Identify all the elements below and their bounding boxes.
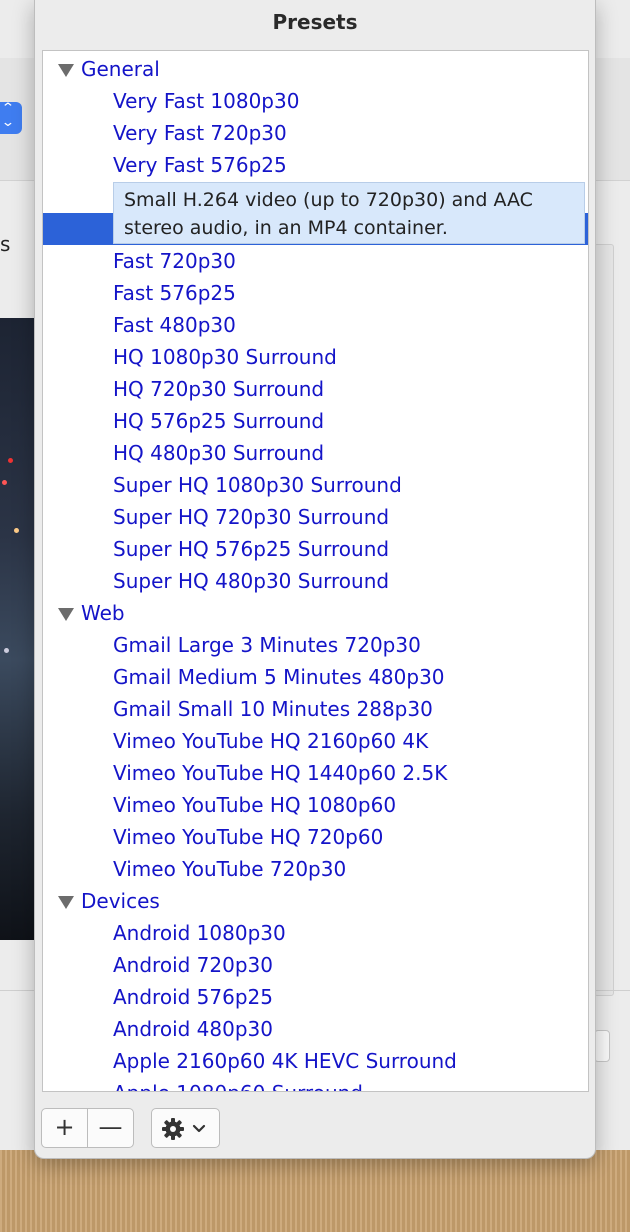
preset-group-label: General bbox=[81, 57, 160, 81]
preset-row[interactable]: Super HQ 576p25 Surround bbox=[43, 533, 588, 565]
preset-row[interactable]: Fast 576p25 bbox=[43, 277, 588, 309]
preset-row[interactable]: Vimeo YouTube 720p30 bbox=[43, 853, 588, 885]
background-stepper[interactable]: ⌃ ⌄ bbox=[0, 102, 22, 134]
preset-label: Vimeo YouTube HQ 2160p60 4K bbox=[113, 729, 429, 753]
preset-label: Fast 720p30 bbox=[113, 249, 236, 273]
preset-label: Super HQ 480p30 Surround bbox=[113, 569, 390, 593]
preset-group-label: Web bbox=[81, 601, 125, 625]
preset-tooltip: Small H.264 video (up to 720p30) and AAC… bbox=[113, 182, 585, 244]
preset-label: Vimeo YouTube 720p30 bbox=[113, 857, 347, 881]
preset-label: Vimeo YouTube HQ 1440p60 2.5K bbox=[113, 761, 448, 785]
preset-group-row[interactable]: Devices bbox=[43, 885, 588, 917]
preset-label: Apple 1080p60 Surround bbox=[113, 1077, 363, 1091]
preset-list[interactable]: General Very Fast 1080p30 Very Fast 720p30… bbox=[42, 50, 589, 1092]
preset-row[interactable]: Fast 720p30 bbox=[43, 245, 588, 277]
background-panel bbox=[594, 244, 614, 996]
preset-label: Very Fast 1080p30 bbox=[113, 89, 300, 113]
preset-label: Android 480p30 bbox=[113, 1017, 273, 1041]
preset-label: Android 576p25 bbox=[113, 985, 273, 1009]
preset-row[interactable]: Vimeo YouTube HQ 1080p60 bbox=[43, 789, 588, 821]
preset-row[interactable]: Super HQ 480p30 Surround bbox=[43, 565, 588, 597]
preset-row[interactable]: Android 1080p30 bbox=[43, 917, 588, 949]
preset-label: Super HQ 720p30 Surround bbox=[113, 505, 390, 529]
light-dot bbox=[4, 648, 9, 653]
preset-label: Gmail Small 10 Minutes 288p30 bbox=[113, 697, 433, 721]
preset-row[interactable]: Gmail Medium 5 Minutes 480p30 bbox=[43, 661, 588, 693]
background-tab-label: s bbox=[0, 232, 11, 256]
tooltip-line: Small H.264 video (up to 720p30) and AAC bbox=[124, 189, 533, 211]
preset-label: HQ 576p25 Surround bbox=[113, 409, 325, 433]
preset-label: HQ 480p30 Surround bbox=[113, 441, 325, 465]
preset-row[interactable]: Apple 1080p60 Surround bbox=[43, 1077, 588, 1091]
preset-label: Vimeo YouTube HQ 720p60 bbox=[113, 825, 384, 849]
preset-row[interactable]: Fast 480p30 bbox=[43, 309, 588, 341]
preset-group-label: Devices bbox=[81, 889, 160, 913]
preset-label: Android 720p30 bbox=[113, 953, 273, 977]
video-preview bbox=[0, 318, 34, 940]
preset-row[interactable]: Super HQ 720p30 Surround bbox=[43, 501, 588, 533]
light-dot bbox=[2, 480, 7, 485]
presets-panel: Presets General Very Fast 1080p30 Very Fas… bbox=[34, 0, 596, 1159]
preset-row[interactable]: Very Fast 720p30 bbox=[43, 117, 588, 149]
preset-label: Very Fast 720p30 bbox=[113, 121, 287, 145]
preset-row[interactable]: Gmail Small 10 Minutes 288p30 bbox=[43, 693, 588, 725]
remove-preset-button[interactable]: — bbox=[87, 1108, 134, 1148]
preset-row[interactable]: Very Fast 576p25 bbox=[43, 149, 588, 181]
light-dot bbox=[8, 458, 13, 463]
preset-row[interactable]: Android 576p25 bbox=[43, 981, 588, 1013]
preset-row[interactable]: Gmail Large 3 Minutes 720p30 bbox=[43, 629, 588, 661]
preset-label: Gmail Medium 5 Minutes 480p30 bbox=[113, 665, 445, 689]
disclosure-triangle-icon[interactable] bbox=[58, 608, 74, 621]
preset-label: Vimeo YouTube HQ 1080p60 bbox=[113, 793, 397, 817]
preset-label: HQ 720p30 Surround bbox=[113, 377, 325, 401]
preset-row[interactable]: Apple 2160p60 4K HEVC Surround bbox=[43, 1045, 588, 1077]
disclosure-triangle-icon[interactable] bbox=[58, 64, 74, 77]
desktop-background bbox=[0, 1150, 630, 1232]
preset-row[interactable]: Super HQ 1080p30 Surround bbox=[43, 469, 588, 501]
preset-group-row[interactable]: Web bbox=[43, 597, 588, 629]
preset-label: HQ 1080p30 Surround bbox=[113, 345, 337, 369]
preset-label: Very Fast 576p25 bbox=[113, 153, 287, 177]
preset-label: Android 1080p30 bbox=[113, 921, 286, 945]
preset-actions-menu-button[interactable] bbox=[151, 1108, 220, 1148]
preset-label: Fast 576p25 bbox=[113, 281, 236, 305]
preset-group-row[interactable]: General bbox=[43, 53, 588, 85]
preset-row[interactable]: HQ 480p30 Surround bbox=[43, 437, 588, 469]
background-button[interactable] bbox=[594, 1030, 610, 1062]
preset-label: Fast 480p30 bbox=[113, 313, 236, 337]
preset-row[interactable]: Vimeo YouTube HQ 2160p60 4K bbox=[43, 725, 588, 757]
tooltip-line: stereo audio, in an MP4 container. bbox=[124, 217, 448, 239]
preset-row[interactable]: HQ 576p25 Surround bbox=[43, 405, 588, 437]
gear-icon bbox=[162, 1118, 184, 1140]
preset-label: Super HQ 576p25 Surround bbox=[113, 537, 390, 561]
preset-label: Gmail Large 3 Minutes 720p30 bbox=[113, 633, 421, 657]
chevron-down-icon bbox=[192, 1124, 206, 1133]
preset-row[interactable]: Vimeo YouTube HQ 720p60 bbox=[43, 821, 588, 853]
add-preset-button[interactable]: + bbox=[41, 1108, 88, 1148]
preset-row[interactable]: Android 480p30 bbox=[43, 1013, 588, 1045]
preset-row[interactable]: Android 720p30 bbox=[43, 949, 588, 981]
panel-title: Presets bbox=[272, 10, 358, 34]
light-dot bbox=[14, 528, 19, 533]
preset-row[interactable]: Vimeo YouTube HQ 1440p60 2.5K bbox=[43, 757, 588, 789]
preset-label: Super HQ 1080p30 Surround bbox=[113, 473, 402, 497]
preset-label: Apple 2160p60 4K HEVC Surround bbox=[113, 1049, 457, 1073]
preset-row[interactable]: HQ 1080p30 Surround bbox=[43, 341, 588, 373]
preset-row[interactable]: HQ 720p30 Surround bbox=[43, 373, 588, 405]
disclosure-triangle-icon[interactable] bbox=[58, 896, 74, 909]
preset-row[interactable]: Very Fast 1080p30 bbox=[43, 85, 588, 117]
